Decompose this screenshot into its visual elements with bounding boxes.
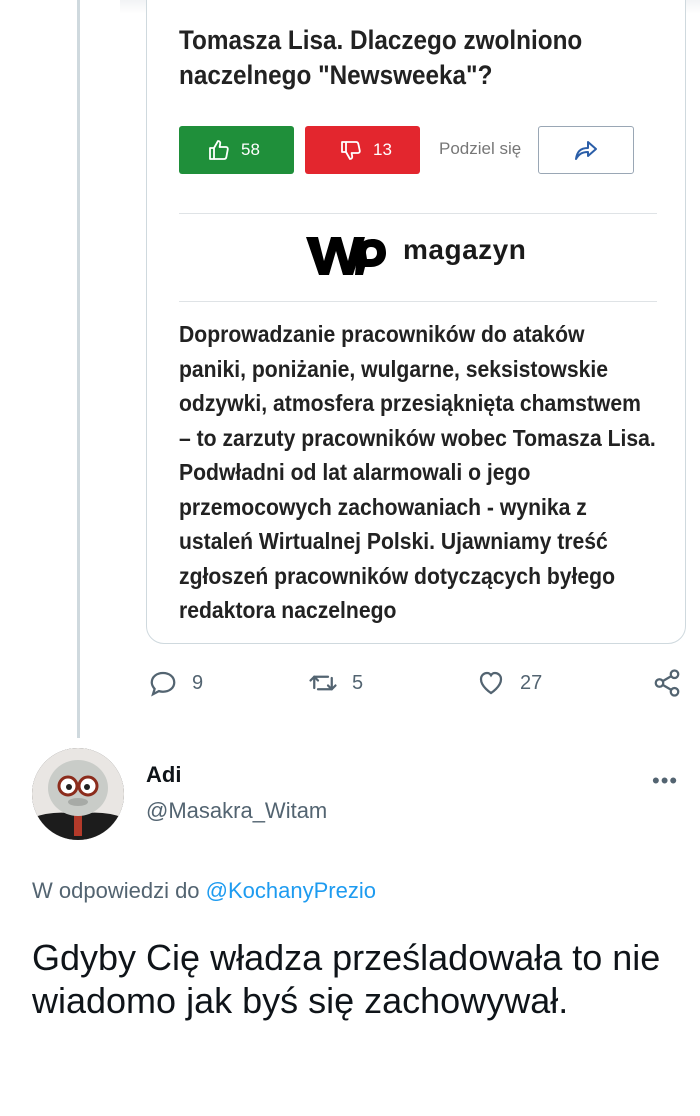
divider — [179, 213, 657, 214]
avatar[interactable] — [32, 748, 124, 840]
share-icon — [654, 669, 680, 697]
more-options-button[interactable]: ••• — [652, 768, 678, 794]
like-count: 27 — [520, 671, 543, 694]
in-reply-to: W odpowiedzi do @KochanyPrezio — [32, 878, 376, 904]
reply-action[interactable]: 9 — [148, 668, 203, 698]
reply-count: 9 — [192, 671, 204, 694]
article-share-button[interactable] — [538, 126, 634, 174]
mention-link[interactable]: @KochanyPrezio — [206, 878, 376, 903]
downvote-count: 13 — [373, 140, 392, 159]
article-title: Tomasza Lisa. Dlaczego zwolniono naczeln… — [179, 25, 583, 90]
author-handle[interactable]: @Masakra_Witam — [146, 798, 327, 824]
avatar-image — [32, 748, 124, 840]
embedded-article-card[interactable]: Tomasza Lisa. Dlaczego zwolniono naczeln… — [146, 0, 686, 644]
in-reply-prefix: W odpowiedzi do — [32, 878, 200, 903]
thumbs-down-icon — [341, 141, 361, 160]
downvote-button[interactable]: 13 — [305, 126, 420, 174]
retweet-icon — [309, 675, 337, 691]
tweet-text: Gdyby Cię władza prześladowała to nie wi… — [32, 937, 661, 1021]
divider — [179, 301, 657, 302]
thread-connector-line — [77, 0, 80, 738]
upvote-button[interactable]: 58 — [179, 126, 294, 174]
reply-icon — [150, 671, 176, 697]
retweet-action[interactable]: 5 — [308, 668, 363, 698]
wp-logo-icon — [306, 237, 386, 275]
share-action[interactable] — [652, 668, 682, 698]
magazyn-logo-text: magazyn — [403, 234, 527, 265]
share-arrow-icon — [575, 141, 597, 160]
like-action[interactable]: 27 — [476, 668, 542, 698]
share-label: Podziel się — [439, 139, 522, 158]
reply-tweet[interactable]: Adi @Masakra_Witam ••• W odpowiedzi do @… — [0, 740, 700, 1116]
tweet-action-bar: 9 5 27 — [146, 668, 700, 708]
retweet-count: 5 — [352, 671, 364, 694]
heart-icon — [479, 671, 503, 695]
upvote-count: 58 — [241, 140, 260, 159]
author-name[interactable]: Adi — [146, 762, 181, 788]
article-lead: Doprowadzanie pracowników do ataków pani… — [179, 321, 656, 623]
thumbs-up-icon — [209, 140, 229, 160]
